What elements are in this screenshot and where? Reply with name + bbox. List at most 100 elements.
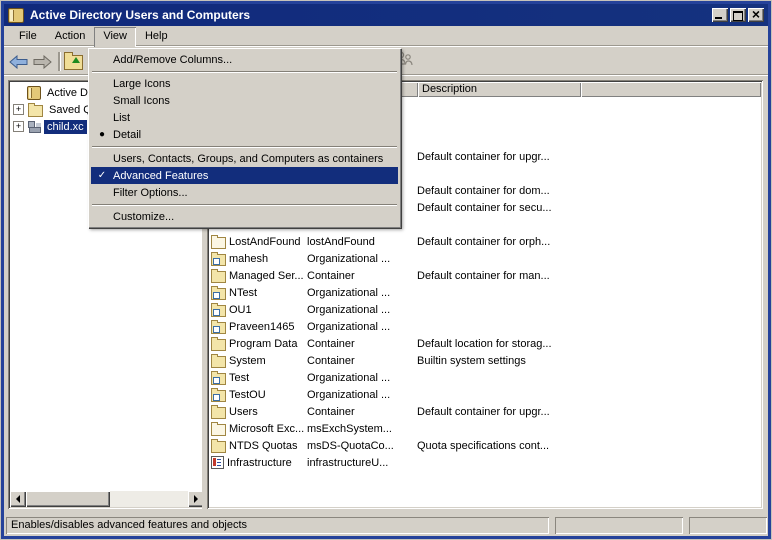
bullet-icon: ● <box>91 129 113 140</box>
list-row-ntds-quotas[interactable]: NTDS QuotasmsDS-QuotaCo...Quota specific… <box>209 437 761 454</box>
description-cell: Quota specifications cont... <box>407 440 761 452</box>
item-name: Test <box>229 372 249 384</box>
view-menu: Add/Remove Columns... Large Icons Small Ic… <box>88 48 401 228</box>
menu-view[interactable]: View <box>94 27 136 48</box>
window-title: Active Directory Users and Computers <box>30 8 712 22</box>
menu-separator <box>92 204 397 205</box>
menu-action[interactable]: Action <box>46 27 95 48</box>
item-name: TestOU <box>229 389 266 401</box>
list-row-infrastructure[interactable]: InfrastructureinfrastructureU... <box>209 454 761 471</box>
description-cell: Default container for man... <box>407 270 761 282</box>
item-name: Managed Ser... <box>229 270 304 282</box>
list-row-praveen1465[interactable]: Praveen1465 Organizational ... <box>209 318 761 335</box>
list-row-lostandfound[interactable]: LostAndFoundlostAndFoundDefault containe… <box>209 233 761 250</box>
expand-plus-icon[interactable]: + <box>13 121 24 132</box>
list-row-microsoft-exc[interactable]: Microsoft Exc...msExchSystem... <box>209 420 761 437</box>
menu-item-label: Add/Remove Columns... <box>113 54 232 66</box>
view-menu-item-filter-options[interactable]: Filter Options... <box>91 184 398 201</box>
infrastructure-icon <box>211 456 224 469</box>
console-icon <box>27 86 41 100</box>
item-name: Users <box>229 406 258 418</box>
description-cell: Default container for upgr... <box>407 406 761 418</box>
maximize-button[interactable] <box>730 8 746 22</box>
item-name: Microsoft Exc... <box>229 423 304 435</box>
list-row-system[interactable]: SystemContainerBuiltin system settings <box>209 352 761 369</box>
folder-icon <box>211 424 226 436</box>
org-unit-folder-icon <box>211 390 226 402</box>
toolbar-separator <box>58 52 60 71</box>
expand-plus-icon[interactable]: + <box>13 104 24 115</box>
forward-button[interactable] <box>31 52 53 72</box>
back-button[interactable] <box>7 52 29 72</box>
list-row-testou[interactable]: TestOU Organizational ... <box>209 386 761 403</box>
name-cell: Praveen1465 <box>209 320 304 334</box>
view-menu-item-advanced-features[interactable]: ✓Advanced Features <box>91 167 398 184</box>
item-name: mahesh <box>229 253 268 265</box>
up-one-level-button[interactable] <box>62 52 84 72</box>
back-arrow-icon <box>9 55 28 69</box>
type-cell: Container <box>304 338 407 350</box>
folder-icon <box>211 339 226 351</box>
minimize-button[interactable] <box>712 8 728 22</box>
org-unit-folder-icon <box>211 305 226 317</box>
up-one-level-folder-icon <box>64 55 83 70</box>
view-menu-item-small-icons[interactable]: Small Icons <box>91 92 398 109</box>
name-cell: System <box>209 354 304 368</box>
close-button[interactable] <box>748 8 764 22</box>
window-controls <box>712 8 764 22</box>
menu-item-label: Small Icons <box>113 95 170 107</box>
menu-help[interactable]: Help <box>136 27 177 48</box>
view-menu-item-list[interactable]: List <box>91 109 398 126</box>
list-row-ou1[interactable]: OU1Organizational ... <box>209 301 761 318</box>
name-cell: Infrastructure <box>209 456 304 469</box>
domain-icon <box>28 121 41 133</box>
list-row-test[interactable]: Test Organizational ... <box>209 369 761 386</box>
tree-hscrollbar[interactable] <box>10 491 204 507</box>
menu-file[interactable]: File <box>10 27 46 48</box>
view-menu-item-customize[interactable]: Customize... <box>91 208 398 225</box>
item-name: LostAndFound <box>229 236 301 248</box>
item-name: Program Data <box>229 338 297 350</box>
menu-item-label: Large Icons <box>113 78 170 90</box>
scrollbar-thumb[interactable] <box>26 491 110 507</box>
column-header-filler <box>581 82 761 97</box>
menu-bar: FileActionViewHelp <box>4 26 768 47</box>
view-menu-item-large-icons[interactable]: Large Icons <box>91 75 398 92</box>
menu-item-label: Customize... <box>113 211 174 223</box>
column-header-description[interactable]: Description <box>418 82 581 97</box>
status-cell-3 <box>689 517 767 534</box>
folder-icon <box>211 407 226 419</box>
name-cell: Test <box>209 371 304 385</box>
menu-separator <box>92 146 397 147</box>
list-row-mahesh[interactable]: maheshOrganizational ... <box>209 250 761 267</box>
folder-icon <box>211 356 226 368</box>
list-row-managed-ser[interactable]: Managed Ser...ContainerDefault container… <box>209 267 761 284</box>
type-cell: Organizational ... <box>304 321 407 333</box>
list-row-program-data[interactable]: Program Data ContainerDefault location fo… <box>209 335 761 352</box>
item-name: NTest <box>229 287 257 299</box>
name-cell: OU1 <box>209 303 304 317</box>
left-arrow-icon <box>16 495 20 503</box>
view-menu-item-users-contacts-groups-and-computers-as-containers[interactable]: Users, Contacts, Groups, and Computers a… <box>91 150 398 167</box>
folder-icon <box>28 105 43 117</box>
menu-item-label: Users, Contacts, Groups, and Computers a… <box>113 153 383 165</box>
list-row-ntest[interactable]: NTestOrganizational ... <box>209 284 761 301</box>
item-name: Praveen1465 <box>229 321 294 333</box>
view-menu-item-detail[interactable]: ●Detail <box>91 126 398 143</box>
type-cell: Organizational ... <box>304 389 407 401</box>
name-cell: Program Data <box>209 337 304 351</box>
org-unit-folder-icon <box>211 254 226 266</box>
type-cell: msDS-QuotaCo... <box>304 440 407 452</box>
title-bar: Active Directory Users and Computers <box>4 4 768 26</box>
forward-arrow-icon <box>33 55 52 69</box>
description-cell: Default container for dom... <box>407 185 761 197</box>
description-cell: Default location for storag... <box>407 338 761 350</box>
scroll-left-button[interactable] <box>10 491 26 507</box>
folder-icon <box>211 271 226 283</box>
list-row-users[interactable]: UsersContainerDefault container for upgr… <box>209 403 761 420</box>
type-cell: Organizational ... <box>304 372 407 384</box>
menu-item-label: Filter Options... <box>113 187 188 199</box>
type-cell: Container <box>304 355 407 367</box>
name-cell: TestOU <box>209 388 304 402</box>
view-menu-item-add-remove-columns[interactable]: Add/Remove Columns... <box>91 51 398 68</box>
